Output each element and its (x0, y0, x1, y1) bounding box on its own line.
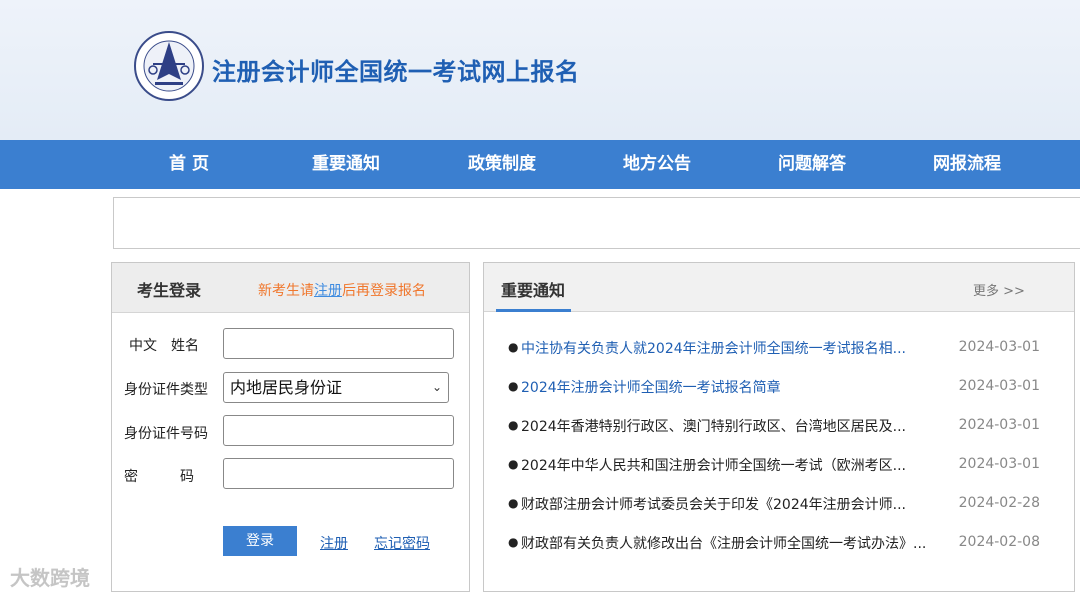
site-header: 注册会计师全国统一考试网上报名 (0, 0, 1080, 140)
more-link[interactable]: 更多 >> (973, 280, 1025, 299)
notice-date: 2024-03-01 (958, 417, 1040, 433)
name-label: 中文 姓名 (129, 338, 199, 354)
nav-item-faq[interactable]: 问题解答 (752, 140, 872, 189)
notice-item[interactable]: ● 中注协有关负责人就2024年注册会计师全国统一考试报名相... 2024-0… (508, 336, 1048, 358)
cicpa-logo-icon (134, 31, 204, 101)
notice-item[interactable]: ● 2024年中华人民共和国注册会计师全国统一考试（欧洲考区... 2024-0… (508, 453, 1048, 475)
nav-item-local-announcements[interactable]: 地方公告 (597, 140, 717, 189)
register-hint: 新考生请注册后再登录报名 (258, 280, 426, 300)
chevron-down-icon: ⌄ (431, 380, 442, 394)
id-number-label: 身份证件号码 (124, 426, 208, 442)
notice-item[interactable]: ● 2024年香港特别行政区、澳门特别行政区、台湾地区居民及... 2024-0… (508, 414, 1048, 436)
banner-box (113, 197, 1080, 249)
notice-date: 2024-02-28 (958, 495, 1040, 511)
id-type-value: 内地居民身份证 (230, 378, 343, 397)
forgot-password-link[interactable]: 忘记密码 (374, 533, 430, 553)
nav-item-home[interactable]: 首 页 (129, 140, 249, 189)
register-hint-prefix: 新考生请 (258, 283, 314, 299)
notice-title-text[interactable]: 财政部注册会计师考试委员会关于印发《2024年注册会计师... (521, 494, 926, 514)
bullet-icon: ● (508, 379, 519, 393)
password-input[interactable] (223, 458, 454, 489)
site-title: 注册会计师全国统一考试网上报名 (212, 58, 580, 86)
bullet-icon: ● (508, 496, 519, 510)
notice-item[interactable]: ● 财政部有关负责人就修改出台《注册会计师全国统一考试办法》... 2024-0… (508, 531, 1048, 553)
notice-item[interactable]: ● 2024年注册会计师全国统一考试报名简章 2024-03-01 (508, 375, 1048, 397)
notice-title-text[interactable]: 财政部有关负责人就修改出台《注册会计师全国统一考试办法》... (521, 533, 926, 553)
notice-date: 2024-03-01 (958, 378, 1040, 394)
register-link[interactable]: 注册 (320, 533, 348, 553)
register-hint-link[interactable]: 注册 (314, 283, 342, 299)
notice-item[interactable]: ● 财政部注册会计师考试委员会关于印发《2024年注册会计师... 2024-0… (508, 492, 1048, 514)
watermark: 大数跨境 (10, 566, 90, 590)
notices-header: 重要通知 更多 >> (484, 263, 1074, 312)
id-number-input[interactable] (223, 415, 454, 446)
notice-date: 2024-02-08 (958, 534, 1040, 550)
notices-panel: 重要通知 更多 >> ● 中注协有关负责人就2024年注册会计师全国统一考试报名… (483, 262, 1075, 592)
notice-title-text[interactable]: 2024年注册会计师全国统一考试报名简章 (521, 377, 926, 397)
nav-item-process[interactable]: 网报流程 (907, 140, 1027, 189)
notice-date: 2024-03-01 (958, 456, 1040, 472)
nav-item-notices[interactable]: 重要通知 (286, 140, 406, 189)
notice-title-text[interactable]: 中注协有关负责人就2024年注册会计师全国统一考试报名相... (521, 338, 926, 358)
register-hint-suffix: 后再登录报名 (342, 283, 426, 299)
name-input[interactable] (223, 328, 454, 359)
notice-date: 2024-03-01 (958, 339, 1040, 355)
login-header: 考生登录 新考生请注册后再登录报名 (112, 263, 469, 313)
id-type-select[interactable]: 内地居民身份证 ⌄ (223, 372, 449, 403)
login-panel: 考生登录 新考生请注册后再登录报名 中文 姓名 身份证件类型 内地居民身份证 ⌄… (111, 262, 470, 592)
main-nav: 首 页 重要通知 政策制度 地方公告 问题解答 网报流程 (0, 140, 1080, 189)
notice-title-text[interactable]: 2024年中华人民共和国注册会计师全国统一考试（欧洲考区... (521, 455, 926, 475)
notices-title: 重要通知 (501, 281, 566, 300)
bullet-icon: ● (508, 340, 519, 354)
nav-item-policy[interactable]: 政策制度 (442, 140, 562, 189)
notice-title-text[interactable]: 2024年香港特别行政区、澳门特别行政区、台湾地区居民及... (521, 416, 926, 436)
login-button[interactable]: 登录 (223, 526, 297, 556)
id-type-label: 身份证件类型 (124, 382, 208, 398)
login-title: 考生登录 (137, 281, 202, 300)
bullet-icon: ● (508, 535, 519, 549)
notices-tab-underline (496, 309, 571, 312)
bullet-icon: ● (508, 418, 519, 432)
bullet-icon: ● (508, 457, 519, 471)
password-label: 密 码 (124, 469, 194, 485)
